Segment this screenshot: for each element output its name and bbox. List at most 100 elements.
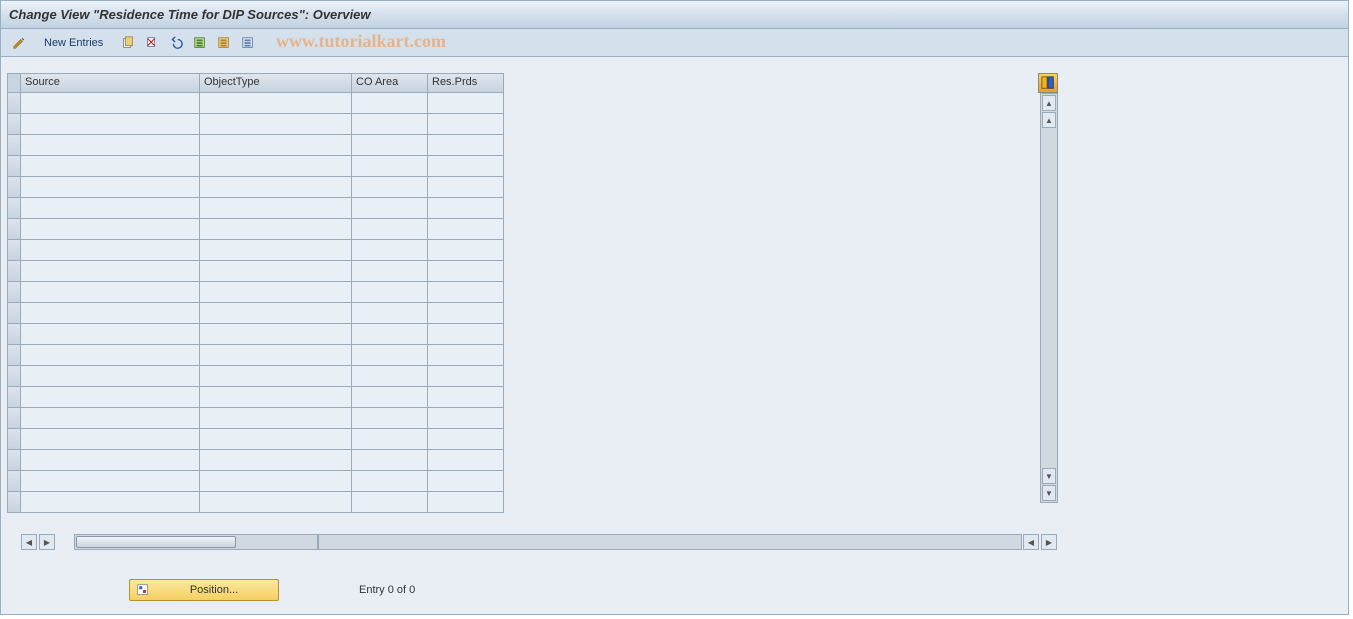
row-selector[interactable] (7, 261, 21, 282)
cell-objecttype[interactable] (200, 303, 352, 324)
row-selector[interactable] (7, 177, 21, 198)
cell-source[interactable] (21, 324, 200, 345)
cell-source[interactable] (21, 114, 200, 135)
configure-layout-icon[interactable] (1038, 73, 1058, 93)
cell-source[interactable] (21, 408, 200, 429)
cell-objecttype[interactable] (200, 114, 352, 135)
cell-objecttype[interactable] (200, 198, 352, 219)
cell-objecttype[interactable] (200, 282, 352, 303)
cell-coarea[interactable] (352, 303, 428, 324)
cell-resprds[interactable] (428, 303, 504, 324)
cell-source[interactable] (21, 219, 200, 240)
cell-resprds[interactable] (428, 114, 504, 135)
delete-icon[interactable] (142, 33, 162, 53)
cell-source[interactable] (21, 240, 200, 261)
col-header-resprds[interactable]: Res.Prds (428, 73, 504, 93)
row-selector[interactable] (7, 198, 21, 219)
undo-icon[interactable] (166, 33, 186, 53)
cell-resprds[interactable] (428, 156, 504, 177)
deselect-all-icon[interactable] (238, 33, 258, 53)
select-all-icon[interactable] (190, 33, 210, 53)
cell-objecttype[interactable] (200, 93, 352, 114)
change-icon[interactable] (9, 33, 29, 53)
cell-resprds[interactable] (428, 93, 504, 114)
row-selector[interactable] (7, 387, 21, 408)
col-header-coarea[interactable]: CO Area (352, 73, 428, 93)
copy-icon[interactable] (118, 33, 138, 53)
cell-objecttype[interactable] (200, 261, 352, 282)
row-selector[interactable] (7, 282, 21, 303)
select-block-icon[interactable] (214, 33, 234, 53)
row-selector[interactable] (7, 219, 21, 240)
cell-objecttype[interactable] (200, 345, 352, 366)
cell-source[interactable] (21, 471, 200, 492)
cell-coarea[interactable] (352, 177, 428, 198)
cell-coarea[interactable] (352, 93, 428, 114)
cell-resprds[interactable] (428, 471, 504, 492)
cell-resprds[interactable] (428, 408, 504, 429)
scroll-down-icon-2[interactable]: ▼ (1042, 468, 1056, 484)
cell-resprds[interactable] (428, 492, 504, 513)
cell-source[interactable] (21, 303, 200, 324)
cell-source[interactable] (21, 492, 200, 513)
cell-objecttype[interactable] (200, 408, 352, 429)
cell-source[interactable] (21, 261, 200, 282)
cell-resprds[interactable] (428, 261, 504, 282)
cell-resprds[interactable] (428, 240, 504, 261)
row-selector[interactable] (7, 366, 21, 387)
cell-resprds[interactable] (428, 366, 504, 387)
cell-objecttype[interactable] (200, 471, 352, 492)
row-selector[interactable] (7, 345, 21, 366)
cell-coarea[interactable] (352, 450, 428, 471)
row-selector[interactable] (7, 429, 21, 450)
hscroll-right-arrow-icon[interactable]: ▶ (39, 534, 55, 550)
cell-source[interactable] (21, 282, 200, 303)
cell-resprds[interactable] (428, 198, 504, 219)
cell-objecttype[interactable] (200, 450, 352, 471)
cell-source[interactable] (21, 387, 200, 408)
hscroll-left-arrow2-icon[interactable]: ◀ (1023, 534, 1039, 550)
row-selector[interactable] (7, 324, 21, 345)
cell-source[interactable] (21, 135, 200, 156)
cell-resprds[interactable] (428, 429, 504, 450)
cell-coarea[interactable] (352, 429, 428, 450)
scroll-up-icon[interactable]: ▲ (1042, 95, 1056, 111)
cell-resprds[interactable] (428, 450, 504, 471)
new-entries-button[interactable]: New Entries (33, 33, 114, 53)
cell-objecttype[interactable] (200, 156, 352, 177)
cell-coarea[interactable] (352, 408, 428, 429)
cell-resprds[interactable] (428, 219, 504, 240)
cell-coarea[interactable] (352, 261, 428, 282)
cell-resprds[interactable] (428, 324, 504, 345)
cell-resprds[interactable] (428, 177, 504, 198)
row-selector[interactable] (7, 471, 21, 492)
hscroll-right-arrow2-icon[interactable]: ▶ (1041, 534, 1057, 550)
cell-source[interactable] (21, 93, 200, 114)
cell-source[interactable] (21, 177, 200, 198)
cell-objecttype[interactable] (200, 219, 352, 240)
cell-coarea[interactable] (352, 282, 428, 303)
cell-objecttype[interactable] (200, 492, 352, 513)
row-selector[interactable] (7, 156, 21, 177)
cell-source[interactable] (21, 366, 200, 387)
cell-objecttype[interactable] (200, 429, 352, 450)
row-selector[interactable] (7, 240, 21, 261)
cell-resprds[interactable] (428, 135, 504, 156)
row-selector[interactable] (7, 408, 21, 429)
position-button[interactable]: Position... (129, 579, 279, 601)
cell-source[interactable] (21, 345, 200, 366)
cell-coarea[interactable] (352, 345, 428, 366)
row-selector[interactable] (7, 135, 21, 156)
row-selector[interactable] (7, 492, 21, 513)
cell-source[interactable] (21, 450, 200, 471)
cell-coarea[interactable] (352, 366, 428, 387)
cell-coarea[interactable] (352, 324, 428, 345)
cell-coarea[interactable] (352, 492, 428, 513)
cell-coarea[interactable] (352, 156, 428, 177)
cell-objecttype[interactable] (200, 324, 352, 345)
col-header-objecttype[interactable]: ObjectType (200, 73, 352, 93)
hscroll-left-arrow-icon[interactable]: ◀ (21, 534, 37, 550)
cell-objecttype[interactable] (200, 177, 352, 198)
scroll-up-icon-2[interactable]: ▲ (1042, 112, 1056, 128)
vertical-scrollbar[interactable]: ▲ ▲ ▼ ▼ (1040, 93, 1058, 503)
